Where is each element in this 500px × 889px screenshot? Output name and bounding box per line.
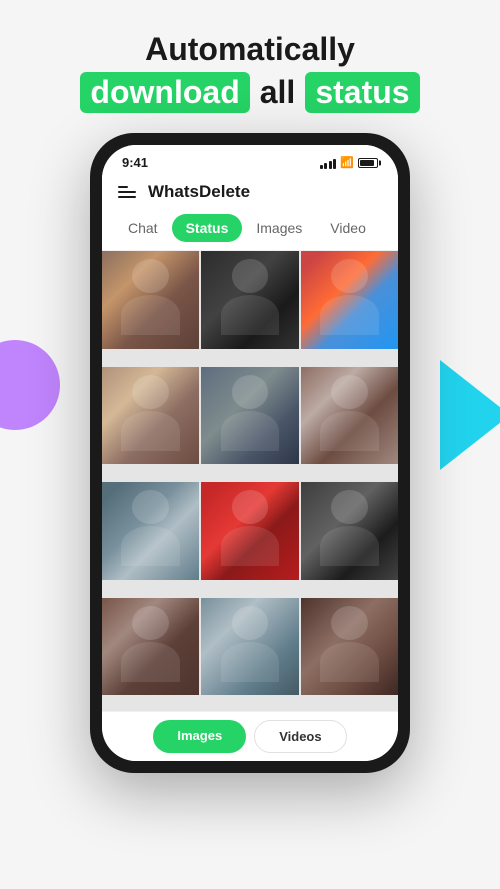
- hamburger-line-1: [118, 186, 128, 188]
- tab-status[interactable]: Status: [172, 214, 243, 242]
- bottom-nav: Images Videos: [102, 711, 398, 761]
- battery-fill: [360, 160, 374, 166]
- tab-video[interactable]: Video: [316, 214, 380, 242]
- hero-section: Automatically download all status: [60, 0, 439, 133]
- status-icons: 📶: [320, 156, 378, 169]
- signal-bar-1: [320, 165, 323, 169]
- photo-cell-8[interactable]: [201, 482, 298, 579]
- photo-cell-3[interactable]: [301, 251, 398, 348]
- tab-bar: Chat Status Images Video: [102, 210, 398, 251]
- bottom-images-button[interactable]: Images: [153, 720, 246, 753]
- app-name: WhatsDelete: [148, 182, 250, 202]
- phone-mockup: 9:41 📶 WhatsDelete: [90, 133, 410, 773]
- hero-line1: Automatically: [80, 30, 419, 68]
- app-header: WhatsDelete: [102, 174, 398, 210]
- bottom-videos-button[interactable]: Videos: [254, 720, 346, 753]
- signal-icon: [320, 157, 337, 169]
- status-bar: 9:41 📶: [102, 145, 398, 174]
- hero-highlight-status: status: [305, 72, 419, 113]
- status-time: 9:41: [122, 155, 148, 170]
- hamburger-line-2: [118, 191, 136, 193]
- photo-cell-6[interactable]: [301, 367, 398, 464]
- hero-highlight-download: download: [80, 72, 249, 113]
- tab-chat[interactable]: Chat: [114, 214, 172, 242]
- photo-cell-11[interactable]: [201, 598, 298, 695]
- wifi-icon: 📶: [340, 156, 354, 169]
- bg-decoration-circle: [0, 340, 60, 430]
- photo-cell-10[interactable]: [102, 598, 199, 695]
- photo-cell-9[interactable]: [301, 482, 398, 579]
- hero-line2: download all status: [80, 72, 419, 113]
- photo-cell-12[interactable]: [301, 598, 398, 695]
- photo-cell-4[interactable]: [102, 367, 199, 464]
- bg-decoration-triangle: [440, 360, 500, 470]
- photo-cell-2[interactable]: [201, 251, 298, 348]
- photo-cell-5[interactable]: [201, 367, 298, 464]
- photo-cell-1[interactable]: [102, 251, 199, 348]
- signal-bar-2: [324, 163, 327, 169]
- phone-screen: 9:41 📶 WhatsDelete: [102, 145, 398, 761]
- hamburger-line-3: [118, 196, 136, 198]
- photo-cell-7[interactable]: [102, 482, 199, 579]
- signal-bar-4: [333, 159, 336, 169]
- tab-images[interactable]: Images: [242, 214, 316, 242]
- hamburger-menu-icon[interactable]: [118, 186, 136, 198]
- battery-icon: [358, 158, 378, 168]
- signal-bar-3: [329, 161, 332, 169]
- hero-plain-all: all: [260, 74, 296, 111]
- photo-grid: [102, 251, 398, 711]
